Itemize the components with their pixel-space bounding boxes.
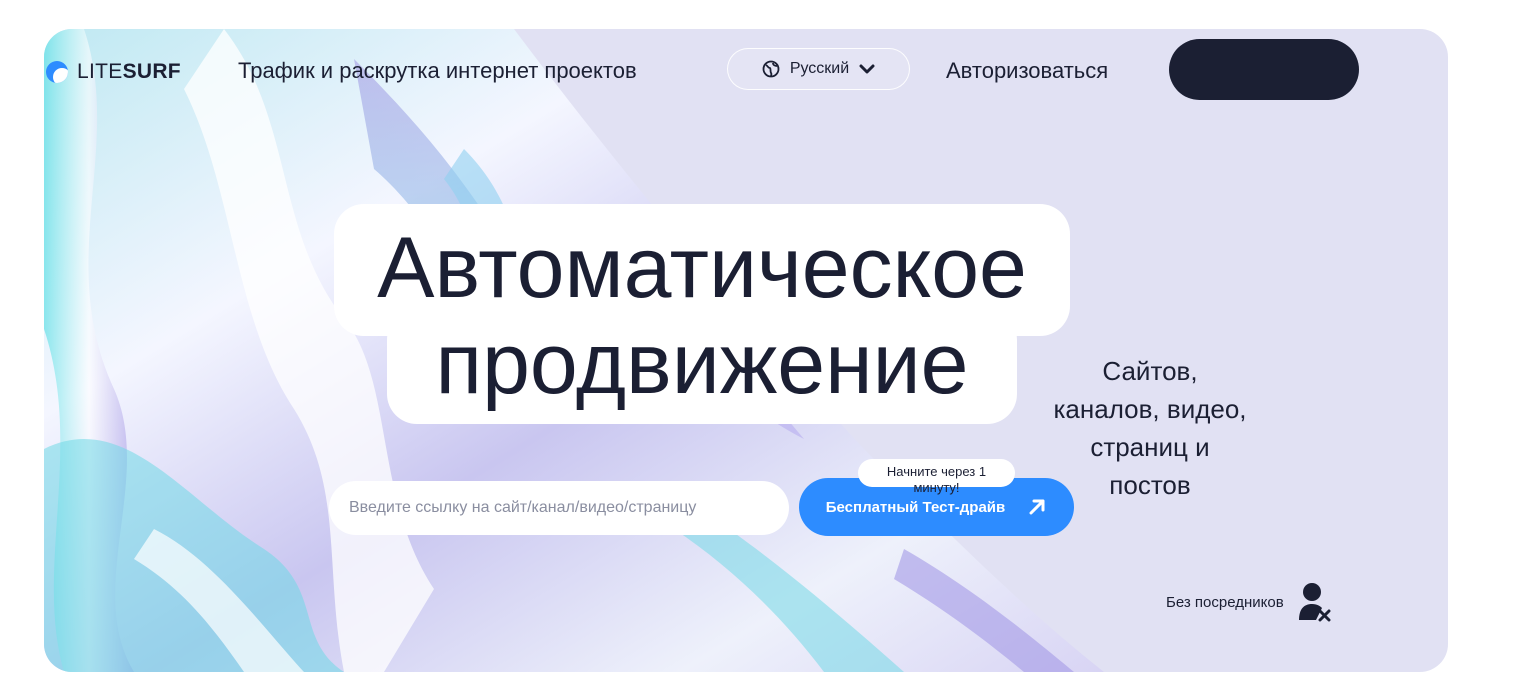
tagline-link[interactable]: Трафик и раскрутка интернет проектов [238, 58, 637, 84]
language-label: Русский [789, 60, 850, 77]
side-caption-line-3: страниц и [1090, 432, 1210, 462]
globe-icon [762, 60, 780, 78]
logo-icon [46, 61, 68, 83]
header-cta-button[interactable] [1169, 39, 1359, 100]
side-caption: Сайтов, каналов, видео, страниц и постов [1026, 352, 1274, 504]
logo-text-light: LITE [77, 60, 123, 83]
side-caption-line-2: каналов, видео, [1053, 394, 1247, 424]
tooltip-line-1: Начните через 1 [886, 464, 987, 479]
logo-text-bold: SURF [122, 60, 181, 83]
logo[interactable]: LITESURF [46, 60, 181, 84]
side-caption-line-1: Сайтов, [1102, 356, 1198, 386]
no-intermediaries-label: Без посредников [1166, 593, 1284, 611]
language-selector[interactable]: Русский [727, 48, 910, 90]
headline-line-1: Автоматическое [377, 220, 1027, 316]
test-drive-label: Бесплатный Тест-драйв [825, 498, 1006, 516]
url-input[interactable] [329, 481, 789, 535]
headline-line-2: продвижение [435, 316, 969, 412]
user-x-icon [1298, 583, 1331, 622]
arrow-up-right-icon [1029, 499, 1045, 515]
start-tooltip: Начните через 1 минуту! [858, 459, 1015, 495]
no-intermediaries-badge: Без посредников [1166, 582, 1332, 622]
tooltip-line-2: минуту! [913, 480, 960, 495]
chevron-down-icon [859, 64, 875, 74]
logo-text: LITESURF [77, 60, 181, 84]
login-link[interactable]: Авторизоваться [946, 58, 1108, 84]
